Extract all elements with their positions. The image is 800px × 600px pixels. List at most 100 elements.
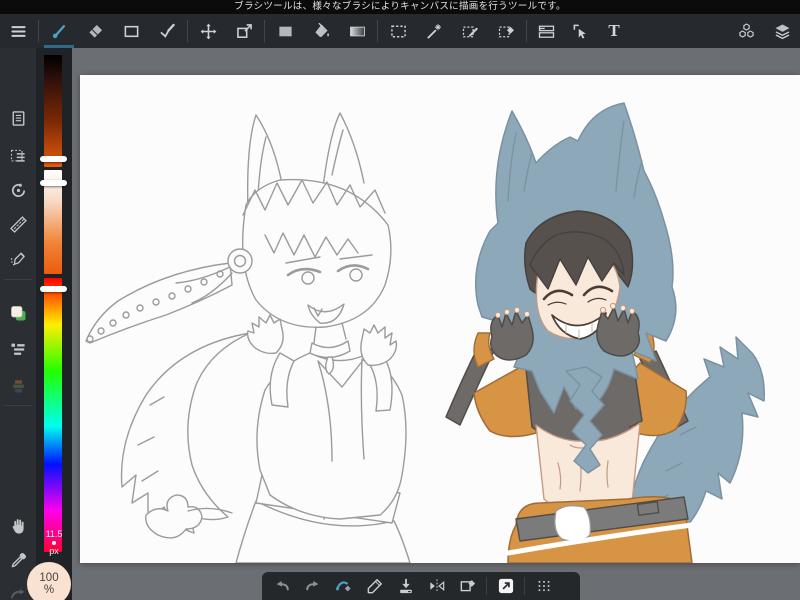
pages-icon (8, 108, 29, 129)
menu-button[interactable] (0, 14, 36, 48)
export-button[interactable] (490, 573, 521, 599)
undo-icon (272, 576, 292, 596)
toolbar-divider (38, 20, 39, 42)
move-icon (198, 21, 219, 42)
transform-icon (234, 21, 255, 42)
select-pen-tool-button[interactable] (452, 14, 488, 48)
tint-slider-handle[interactable] (40, 180, 67, 186)
select-menu-icon (8, 146, 29, 167)
select-eraser-icon (496, 21, 517, 42)
brush-size-value: 11.5 (45, 529, 63, 539)
paint-app-window: ブラシツールは、様々なブラシによりキャンバスに描画を行うツールです。 T 11.… (0, 0, 800, 600)
undo-button[interactable] (266, 573, 297, 599)
snap-brush-button[interactable] (328, 573, 359, 599)
magic-wand-tool-button[interactable] (416, 14, 452, 48)
shape-tool-button[interactable] (113, 14, 149, 48)
canvas-artwork (85, 102, 765, 564)
hue-slider[interactable] (44, 278, 62, 552)
eyedropper-icon (8, 550, 29, 571)
brush-size-unit: px (49, 546, 59, 556)
drag-handle-button[interactable] (528, 573, 559, 599)
gradient-tool-button[interactable] (339, 14, 375, 48)
brush-size-dot (52, 541, 56, 545)
select-eraser-tool-button[interactable] (488, 14, 524, 48)
palette-icon (8, 375, 29, 396)
bottombar-divider (486, 577, 487, 595)
color-swatch-button[interactable] (0, 299, 36, 327)
split-canvas-icon (536, 21, 557, 42)
menu-icon (8, 21, 29, 42)
split-canvas-button[interactable] (529, 14, 563, 48)
save-button[interactable] (390, 573, 421, 599)
layers-icon (772, 21, 793, 42)
eraser-tool-button[interactable] (77, 14, 113, 48)
materials-cubes-icon (736, 21, 757, 42)
zoom-value: 100 (39, 571, 59, 584)
colored-character (445, 102, 765, 564)
toolbar-divider (526, 20, 527, 42)
palette-button[interactable] (0, 371, 36, 399)
select-marquee-tool-button[interactable] (380, 14, 416, 48)
flip-horizontal-button[interactable] (421, 573, 452, 599)
filled-rectangle-icon (275, 21, 296, 42)
airbrush-button[interactable] (0, 244, 36, 272)
rotate-canvas-button[interactable] (0, 176, 36, 204)
move-tool-button[interactable] (190, 14, 226, 48)
hand-icon (8, 516, 29, 537)
fill-rect-tool-button[interactable] (267, 14, 303, 48)
hue-slider-handle[interactable] (40, 286, 67, 292)
redo-button[interactable] (297, 573, 328, 599)
workspace (72, 48, 800, 600)
deselect-icon (458, 576, 478, 596)
shade-slider[interactable] (44, 55, 62, 167)
object-select-icon (570, 21, 591, 42)
pages-button[interactable] (0, 104, 36, 132)
select-pen-icon (460, 21, 481, 42)
brush-tool-button[interactable] (41, 14, 77, 48)
pen-icon (365, 576, 385, 596)
paint-bucket-tool-button[interactable] (303, 14, 339, 48)
marquee-icon (388, 21, 409, 42)
bottombar-divider (524, 577, 525, 595)
tool-hint-text: ブラシツールは、様々なブラシによりキャンバスに描画を行うツールです。 (234, 1, 566, 12)
text-tool-button[interactable]: T (597, 14, 631, 48)
toolbar-divider (187, 20, 188, 42)
save-icon (396, 576, 416, 596)
export-icon (496, 576, 516, 596)
object-select-button[interactable] (563, 14, 597, 48)
magic-wand-icon (424, 21, 445, 42)
drawing-canvas[interactable] (80, 75, 800, 564)
zoom-level-badge[interactable]: 100 % (27, 562, 71, 600)
shade-slider-handle[interactable] (40, 156, 67, 162)
eraser-icon (85, 21, 106, 42)
select-menu-button[interactable] (0, 142, 36, 170)
bottom-toolbar (262, 572, 580, 600)
pen-button[interactable] (359, 573, 390, 599)
sidebar-divider (4, 279, 32, 280)
text-tool-icon: T (608, 21, 620, 40)
color-slider-panel: 11.5 px (36, 48, 72, 600)
flip-horizontal-icon (427, 576, 447, 596)
top-toolbar: T (0, 14, 800, 48)
ruler-button[interactable] (0, 210, 36, 238)
gradient-icon (347, 21, 368, 42)
tool-hint-bar: ブラシツールは、様々なブラシによりキャンバスに描画を行うツールです。 (0, 0, 800, 14)
materials-button[interactable] (728, 14, 764, 48)
toolbar-divider (264, 20, 265, 42)
deselect-button[interactable] (452, 573, 483, 599)
brush-list-button[interactable] (0, 335, 36, 363)
left-sidebar (0, 48, 36, 600)
brush-list-icon (8, 339, 29, 360)
rectangle-icon (121, 21, 142, 42)
ruler-icon (8, 214, 29, 235)
airbrush-icon (8, 248, 29, 269)
lineart-character (85, 112, 411, 564)
transform-tool-button[interactable] (226, 14, 262, 48)
layers-button[interactable] (764, 14, 800, 48)
redo-icon (303, 576, 323, 596)
snap-brush-icon (334, 576, 354, 596)
drag-handle-icon (534, 576, 554, 596)
polyline-pen-icon (157, 21, 178, 42)
hand-tool-button[interactable] (0, 512, 36, 540)
polyline-tool-button[interactable] (149, 14, 185, 48)
